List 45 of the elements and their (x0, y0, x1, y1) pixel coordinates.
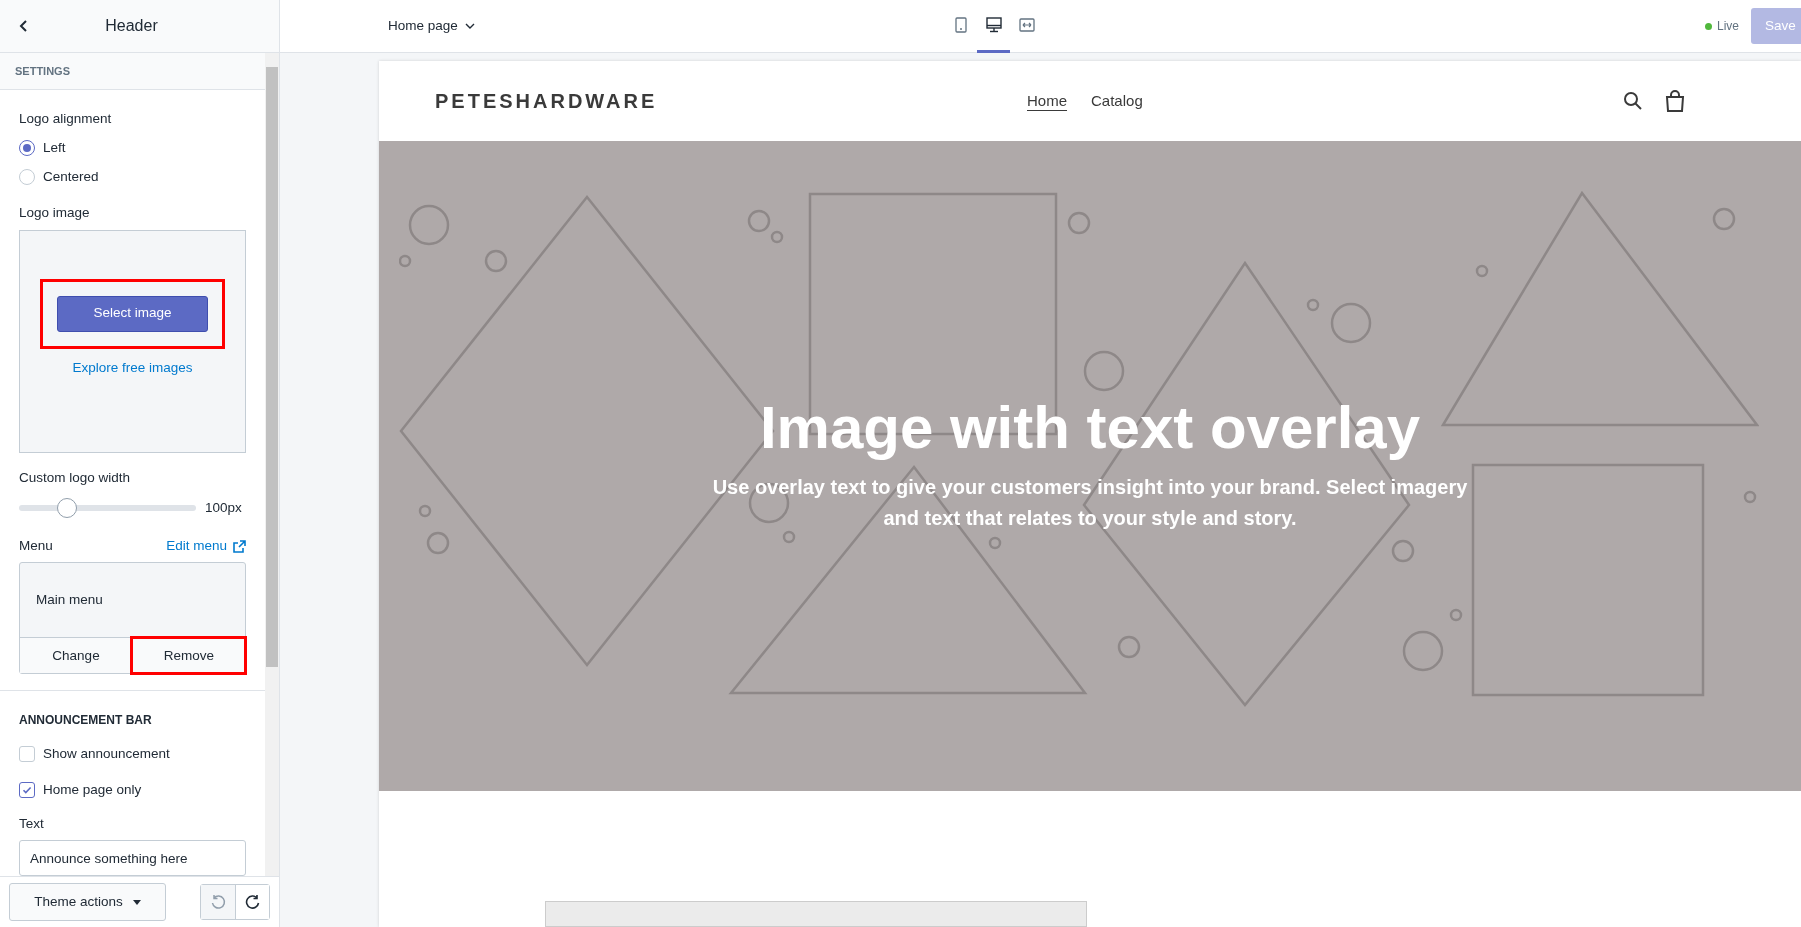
shopping-bag-icon[interactable] (1665, 90, 1685, 112)
radio-label: Left (43, 138, 66, 157)
mobile-icon (954, 17, 967, 33)
explore-images-link[interactable]: Explore free images (72, 357, 193, 378)
scrollbar[interactable] (265, 53, 279, 876)
select-image-button[interactable]: Select image (57, 295, 208, 332)
checkbox-label: Home page only (43, 780, 142, 799)
menu-action-button[interactable]: Change (20, 638, 132, 674)
field-label: Logo alignment (19, 109, 113, 128)
text-input[interactable]: Announce something here (19, 840, 246, 876)
nav-link[interactable]: Catalog (1091, 89, 1143, 113)
field-label: Custom logo width (19, 468, 132, 487)
checkmark-icon (22, 784, 32, 795)
section-heading: ANNOUNCEMENT BAR (19, 712, 153, 730)
desktop-icon (985, 17, 1002, 33)
external-link-icon (233, 539, 246, 553)
menu-name: Main menu (36, 591, 103, 610)
slider-value: 100px (205, 498, 242, 517)
redo-button[interactable] (235, 885, 269, 919)
expand-arrows-icon (1018, 18, 1035, 32)
field-label: Logo image (19, 204, 91, 223)
edit-menu-link[interactable]: Edit menu (166, 536, 246, 557)
page-selector[interactable]: Home page (388, 15, 475, 37)
nav-link[interactable]: Home (1027, 89, 1067, 113)
hero-title: Image with text overlay (759, 398, 1421, 458)
undo-icon (210, 894, 226, 910)
store-logo: PETESHARDWARE (435, 89, 658, 114)
search-icon[interactable] (1623, 91, 1643, 111)
chevron-left-icon (19, 19, 29, 33)
caret-icon (132, 899, 141, 905)
section-heading: SETTINGS (15, 63, 70, 79)
radio-label: Centered (43, 168, 99, 186)
status-label: Live (1717, 18, 1739, 35)
redo-icon (244, 894, 261, 910)
field-label: Text (19, 814, 45, 833)
slider-thumb[interactable] (56, 497, 77, 518)
theme-actions-button[interactable]: Theme actions (9, 883, 166, 921)
panel-title: Header (104, 16, 159, 36)
field-label: Menu (19, 537, 53, 555)
chevron-down-icon (464, 23, 475, 29)
checkbox[interactable] (19, 781, 35, 798)
hero-text: Use overlay text to give your customers insight into your brand. Select imagery and text that relates to your style and story. (711, 475, 1469, 531)
radio-button[interactable] (19, 139, 35, 156)
menu-action-button[interactable]: Remove (132, 638, 245, 674)
checkbox-label: Show announcement (43, 745, 170, 764)
